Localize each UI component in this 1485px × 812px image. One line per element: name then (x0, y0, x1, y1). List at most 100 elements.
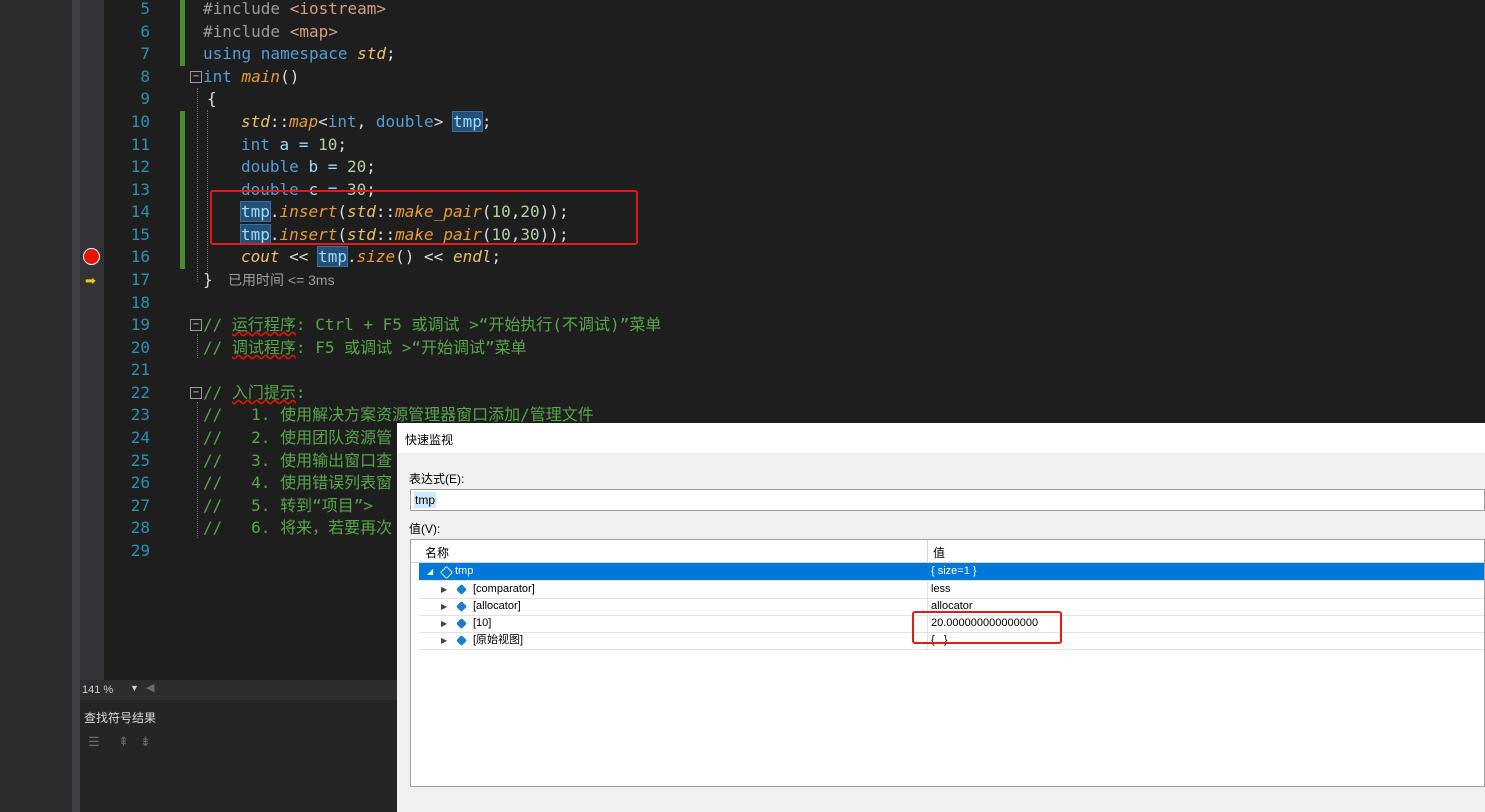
fold-toggle[interactable]: − (190, 387, 202, 399)
left-tool-strip (0, 0, 72, 812)
line-number: 28 (130, 518, 150, 537)
grid-header: 名称 值 (411, 540, 1484, 563)
code-line[interactable]: using namespace std; (203, 43, 396, 65)
row-value: { size=1 } (931, 565, 977, 577)
tmp-ref[interactable]: tmp (451, 111, 483, 132)
tmp-ref[interactable]: tmp (317, 246, 348, 267)
watch-row[interactable]: ▶ [comparator] less (419, 581, 1484, 599)
row-name: [comparator] (473, 583, 535, 595)
line-number: 10 (130, 112, 150, 131)
previous-result-icon[interactable]: ⇞ (118, 734, 129, 750)
member-icon (456, 601, 467, 612)
line-number: 14 (130, 202, 150, 221)
expand-icon[interactable]: ▶ (441, 632, 447, 649)
line-number: 5 (140, 0, 150, 18)
code-line[interactable]: #include <iostream> (203, 0, 386, 20)
line-number: 25 (130, 451, 150, 470)
comment-line[interactable]: // 4. 使用错误列表窗 (203, 472, 392, 494)
scroll-left-icon[interactable]: ◀ (146, 681, 154, 694)
line-number: 16 (130, 247, 150, 266)
line-number: 22 (130, 383, 150, 402)
comment-line[interactable]: // 5. 转到“项目”> (203, 495, 373, 517)
scope-guide (207, 110, 208, 276)
row-name: [原始视图] (473, 634, 524, 646)
zoom-level[interactable]: 141 % (82, 682, 113, 698)
line-number: 19 (130, 315, 150, 334)
fold-guide (197, 88, 198, 282)
comment-line[interactable]: // 2. 使用团队资源管 (203, 427, 392, 449)
line-number: 20 (130, 338, 150, 357)
expression-input[interactable]: tmp (410, 489, 1485, 511)
member-icon (456, 618, 467, 629)
code-line[interactable]: { (207, 88, 217, 110)
code-line[interactable]: double b = 20; (241, 156, 376, 178)
code-line[interactable]: int a = 10; (241, 134, 347, 156)
dialog-title: 快速监视 (405, 433, 454, 447)
row-name: [10] (473, 617, 492, 629)
value-label: 值(V): (409, 522, 441, 536)
watch-row[interactable]: ◢ tmp { size=1 } (419, 563, 1484, 581)
line-number: 13 (130, 180, 150, 199)
code-line[interactable]: cout << tmp.size() << endl; (241, 246, 501, 268)
line-number: 12 (130, 157, 150, 176)
breakpoint-icon[interactable] (83, 248, 100, 265)
collapse-icon[interactable]: ◢ (427, 563, 433, 580)
line-number: 18 (130, 293, 150, 312)
cell-divider (927, 581, 928, 598)
line-number: 29 (130, 541, 150, 560)
panel-splitter[interactable] (72, 0, 80, 812)
comment-line[interactable]: // 入门提示: (203, 382, 306, 404)
expand-icon[interactable]: ▶ (441, 581, 447, 598)
code-line[interactable]: } (203, 269, 213, 291)
expand-icon[interactable]: ▶ (441, 615, 447, 632)
breakpoint-margin[interactable] (80, 0, 104, 680)
comment-line[interactable]: // 3. 使用输出窗口查 (203, 450, 392, 472)
column-header-name[interactable]: 名称 (425, 544, 449, 561)
comment-line[interactable]: // 运行程序: Ctrl + F5 或调试 >“开始执行(不调试)”菜单 (203, 314, 661, 336)
fold-toggle[interactable]: − (190, 319, 202, 331)
change-bar (180, 0, 185, 66)
change-bar (180, 111, 185, 269)
line-number: 26 (130, 473, 150, 492)
comment-line[interactable]: // 6. 将来，若要再次 (203, 517, 392, 539)
chevron-down-icon[interactable]: ▼ (130, 683, 139, 693)
line-number: 9 (140, 89, 150, 108)
line-number: 17 (130, 270, 150, 289)
comment-line[interactable]: // 调试程序: F5 或调试 >“开始调试”菜单 (203, 337, 527, 359)
code-line[interactable]: int main() (203, 66, 299, 88)
fold-guide (197, 334, 198, 358)
annotation-box (210, 190, 638, 245)
line-number: 8 (140, 67, 150, 86)
line-number: 27 (130, 496, 150, 515)
watch-grid[interactable]: 名称 值 ◢ tmp { size=1 } ▶ [comparator] les… (410, 539, 1485, 787)
line-number: 24 (130, 428, 150, 447)
line-number: 15 (130, 225, 150, 244)
column-header-value[interactable]: 值 (933, 544, 945, 561)
expand-icon[interactable]: ▶ (441, 598, 447, 615)
line-number: 11 (130, 135, 150, 154)
dialog-title-bar[interactable] (397, 423, 1485, 453)
line-number: 7 (140, 44, 150, 63)
panel-title: 查找符号结果 (84, 711, 157, 725)
row-value: less (931, 583, 951, 595)
code-line[interactable]: #include <map> (203, 21, 338, 43)
line-number: 21 (130, 360, 150, 379)
row-name: [allocator] (473, 600, 521, 612)
fold-toggle[interactable]: − (190, 71, 202, 83)
member-icon (456, 635, 467, 646)
editor-status-bar (80, 680, 397, 700)
column-divider[interactable] (927, 540, 928, 562)
elapsed-time-hint: 已用时间 <= 3ms (228, 272, 335, 288)
line-number: 6 (140, 22, 150, 41)
member-icon (456, 584, 467, 595)
row-name: tmp (455, 565, 474, 577)
expression-value: tmp (414, 492, 437, 508)
fold-guide (197, 402, 198, 538)
clear-list-icon[interactable]: ☰ (88, 734, 100, 750)
code-line[interactable]: std::map<int, double> tmp; (241, 111, 492, 133)
next-result-icon[interactable]: ⇟ (140, 734, 151, 750)
annotation-box (912, 611, 1062, 644)
line-number: 23 (130, 405, 150, 424)
instruction-pointer-icon[interactable]: ➡ (85, 274, 96, 287)
variable-icon (439, 565, 454, 580)
